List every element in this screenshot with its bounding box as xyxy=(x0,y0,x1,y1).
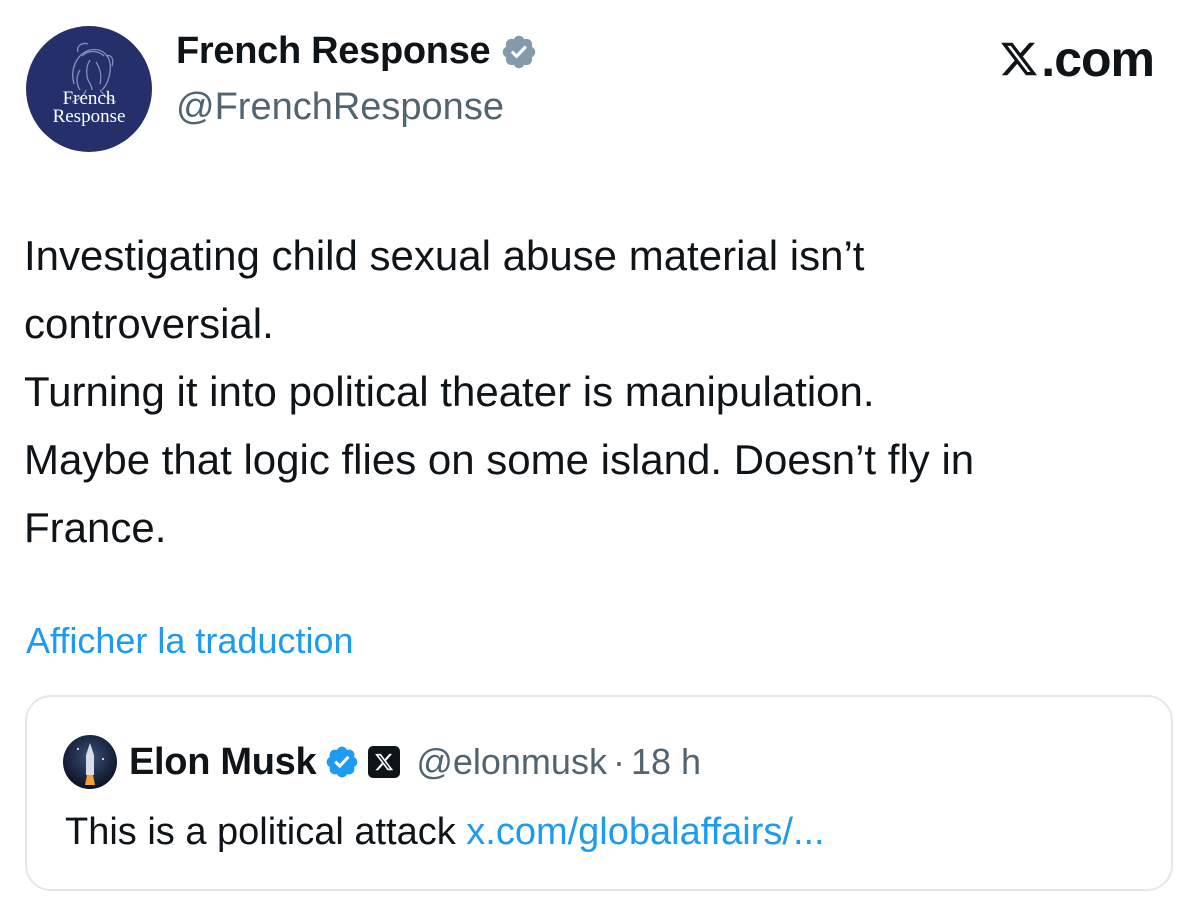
author-handle[interactable]: @FrenchResponse xyxy=(176,86,504,129)
quoted-timestamp[interactable]: 18 h xyxy=(631,741,701,783)
tweet-line: Maybe that logic flies on some island. D… xyxy=(24,436,975,483)
tweet-text: Investigating child sexual abuse materia… xyxy=(24,222,1174,562)
x-logo-icon xyxy=(999,39,1039,79)
quoted-tweet-header: Elon Musk @elonmusk · 18 h xyxy=(63,735,701,789)
quoted-link[interactable]: x.com/globalaffairs/... xyxy=(466,811,824,853)
tweet-line: Investigating child sexual abuse materia… xyxy=(24,232,865,279)
brand-label: .com xyxy=(1041,31,1155,87)
author-name-row: French Response xyxy=(176,30,538,73)
quoted-tweet-card[interactable]: Elon Musk @elonmusk · 18 h This is a pol… xyxy=(25,695,1173,891)
tweet-line: controversial. xyxy=(24,300,274,347)
x-com-brand: .com xyxy=(999,31,1155,87)
x-affiliation-badge-icon[interactable] xyxy=(366,744,402,780)
quoted-author-handle[interactable]: @elonmusk xyxy=(416,741,607,783)
verified-badge-icon[interactable] xyxy=(500,33,538,71)
separator-dot: · xyxy=(612,741,625,782)
author-avatar[interactable]: French Response xyxy=(26,26,152,152)
translate-link[interactable]: Afficher la traduction xyxy=(26,620,354,662)
tweet-line: France. xyxy=(24,504,167,551)
quoted-author-avatar[interactable] xyxy=(63,735,117,789)
quoted-author-name[interactable]: Elon Musk xyxy=(129,741,317,784)
tweet-line: Turning it into political theater is man… xyxy=(24,368,875,415)
quoted-tweet-text: This is a political attack x.com/globala… xyxy=(65,811,825,854)
verified-badge-icon[interactable] xyxy=(324,744,360,780)
author-display-name[interactable]: French Response xyxy=(176,30,491,73)
quoted-text-body: This is a political attack xyxy=(65,811,467,853)
avatar-wordmark: French Response xyxy=(52,88,126,127)
